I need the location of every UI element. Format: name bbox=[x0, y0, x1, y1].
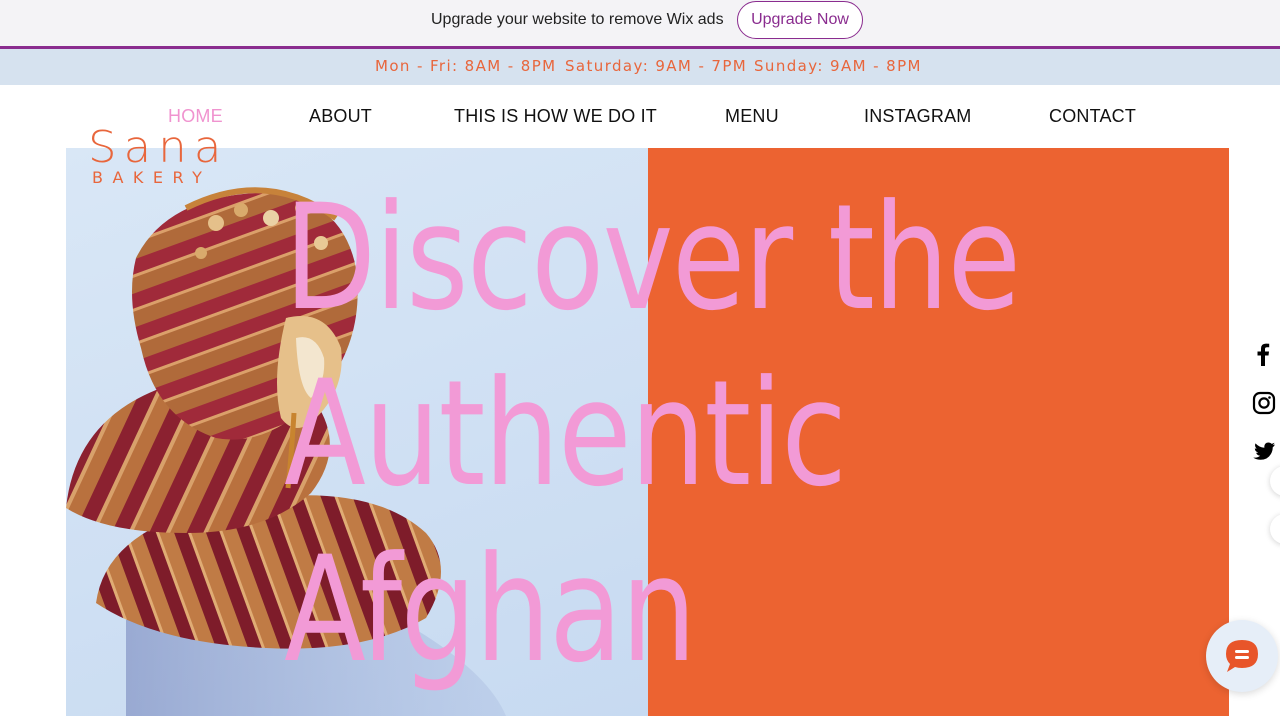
chat-bubble-icon bbox=[1226, 640, 1258, 672]
instagram-icon[interactable] bbox=[1252, 391, 1276, 415]
hours-saturday: Saturday: 9AM - 7PM bbox=[565, 57, 748, 75]
hours-sunday: Sunday: 9AM - 8PM bbox=[754, 57, 922, 75]
nav-item-about[interactable]: ABOUT bbox=[309, 106, 372, 127]
hours-weekdays: Mon - Fri: 8AM - 8PM bbox=[375, 57, 557, 75]
logo-name: Sana bbox=[88, 122, 229, 173]
headline-line: Afghan bbox=[284, 525, 697, 695]
side-widget-chip[interactable] bbox=[1270, 514, 1280, 544]
chat-button[interactable] bbox=[1206, 620, 1278, 692]
side-widget-chip[interactable] bbox=[1270, 466, 1280, 496]
logo-subtitle: BAKERY bbox=[92, 168, 212, 187]
nav-item-menu[interactable]: MENU bbox=[725, 106, 779, 127]
twitter-icon[interactable] bbox=[1252, 441, 1276, 463]
headline-line: Authentic bbox=[284, 349, 847, 519]
nav-item-instagram[interactable]: INSTAGRAM bbox=[864, 106, 971, 127]
facebook-icon[interactable] bbox=[1252, 342, 1274, 366]
opening-hours-bar: Mon - Fri: 8AM - 8PM Saturday: 9AM - 7PM… bbox=[0, 49, 1280, 85]
upgrade-now-button[interactable]: Upgrade Now bbox=[737, 1, 863, 39]
nav-item-how-we-do-it[interactable]: THIS IS HOW WE DO IT bbox=[454, 106, 657, 127]
hero-headline: Discover the Authentic Afghan bbox=[284, 170, 1021, 698]
wix-ad-message: Upgrade your website to remove Wix ads bbox=[431, 11, 724, 28]
headline-line: Discover the bbox=[284, 173, 1021, 343]
nav-item-contact[interactable]: CONTACT bbox=[1049, 106, 1136, 127]
wix-ad-banner: Upgrade your website to remove Wix ads U… bbox=[0, 0, 1280, 49]
